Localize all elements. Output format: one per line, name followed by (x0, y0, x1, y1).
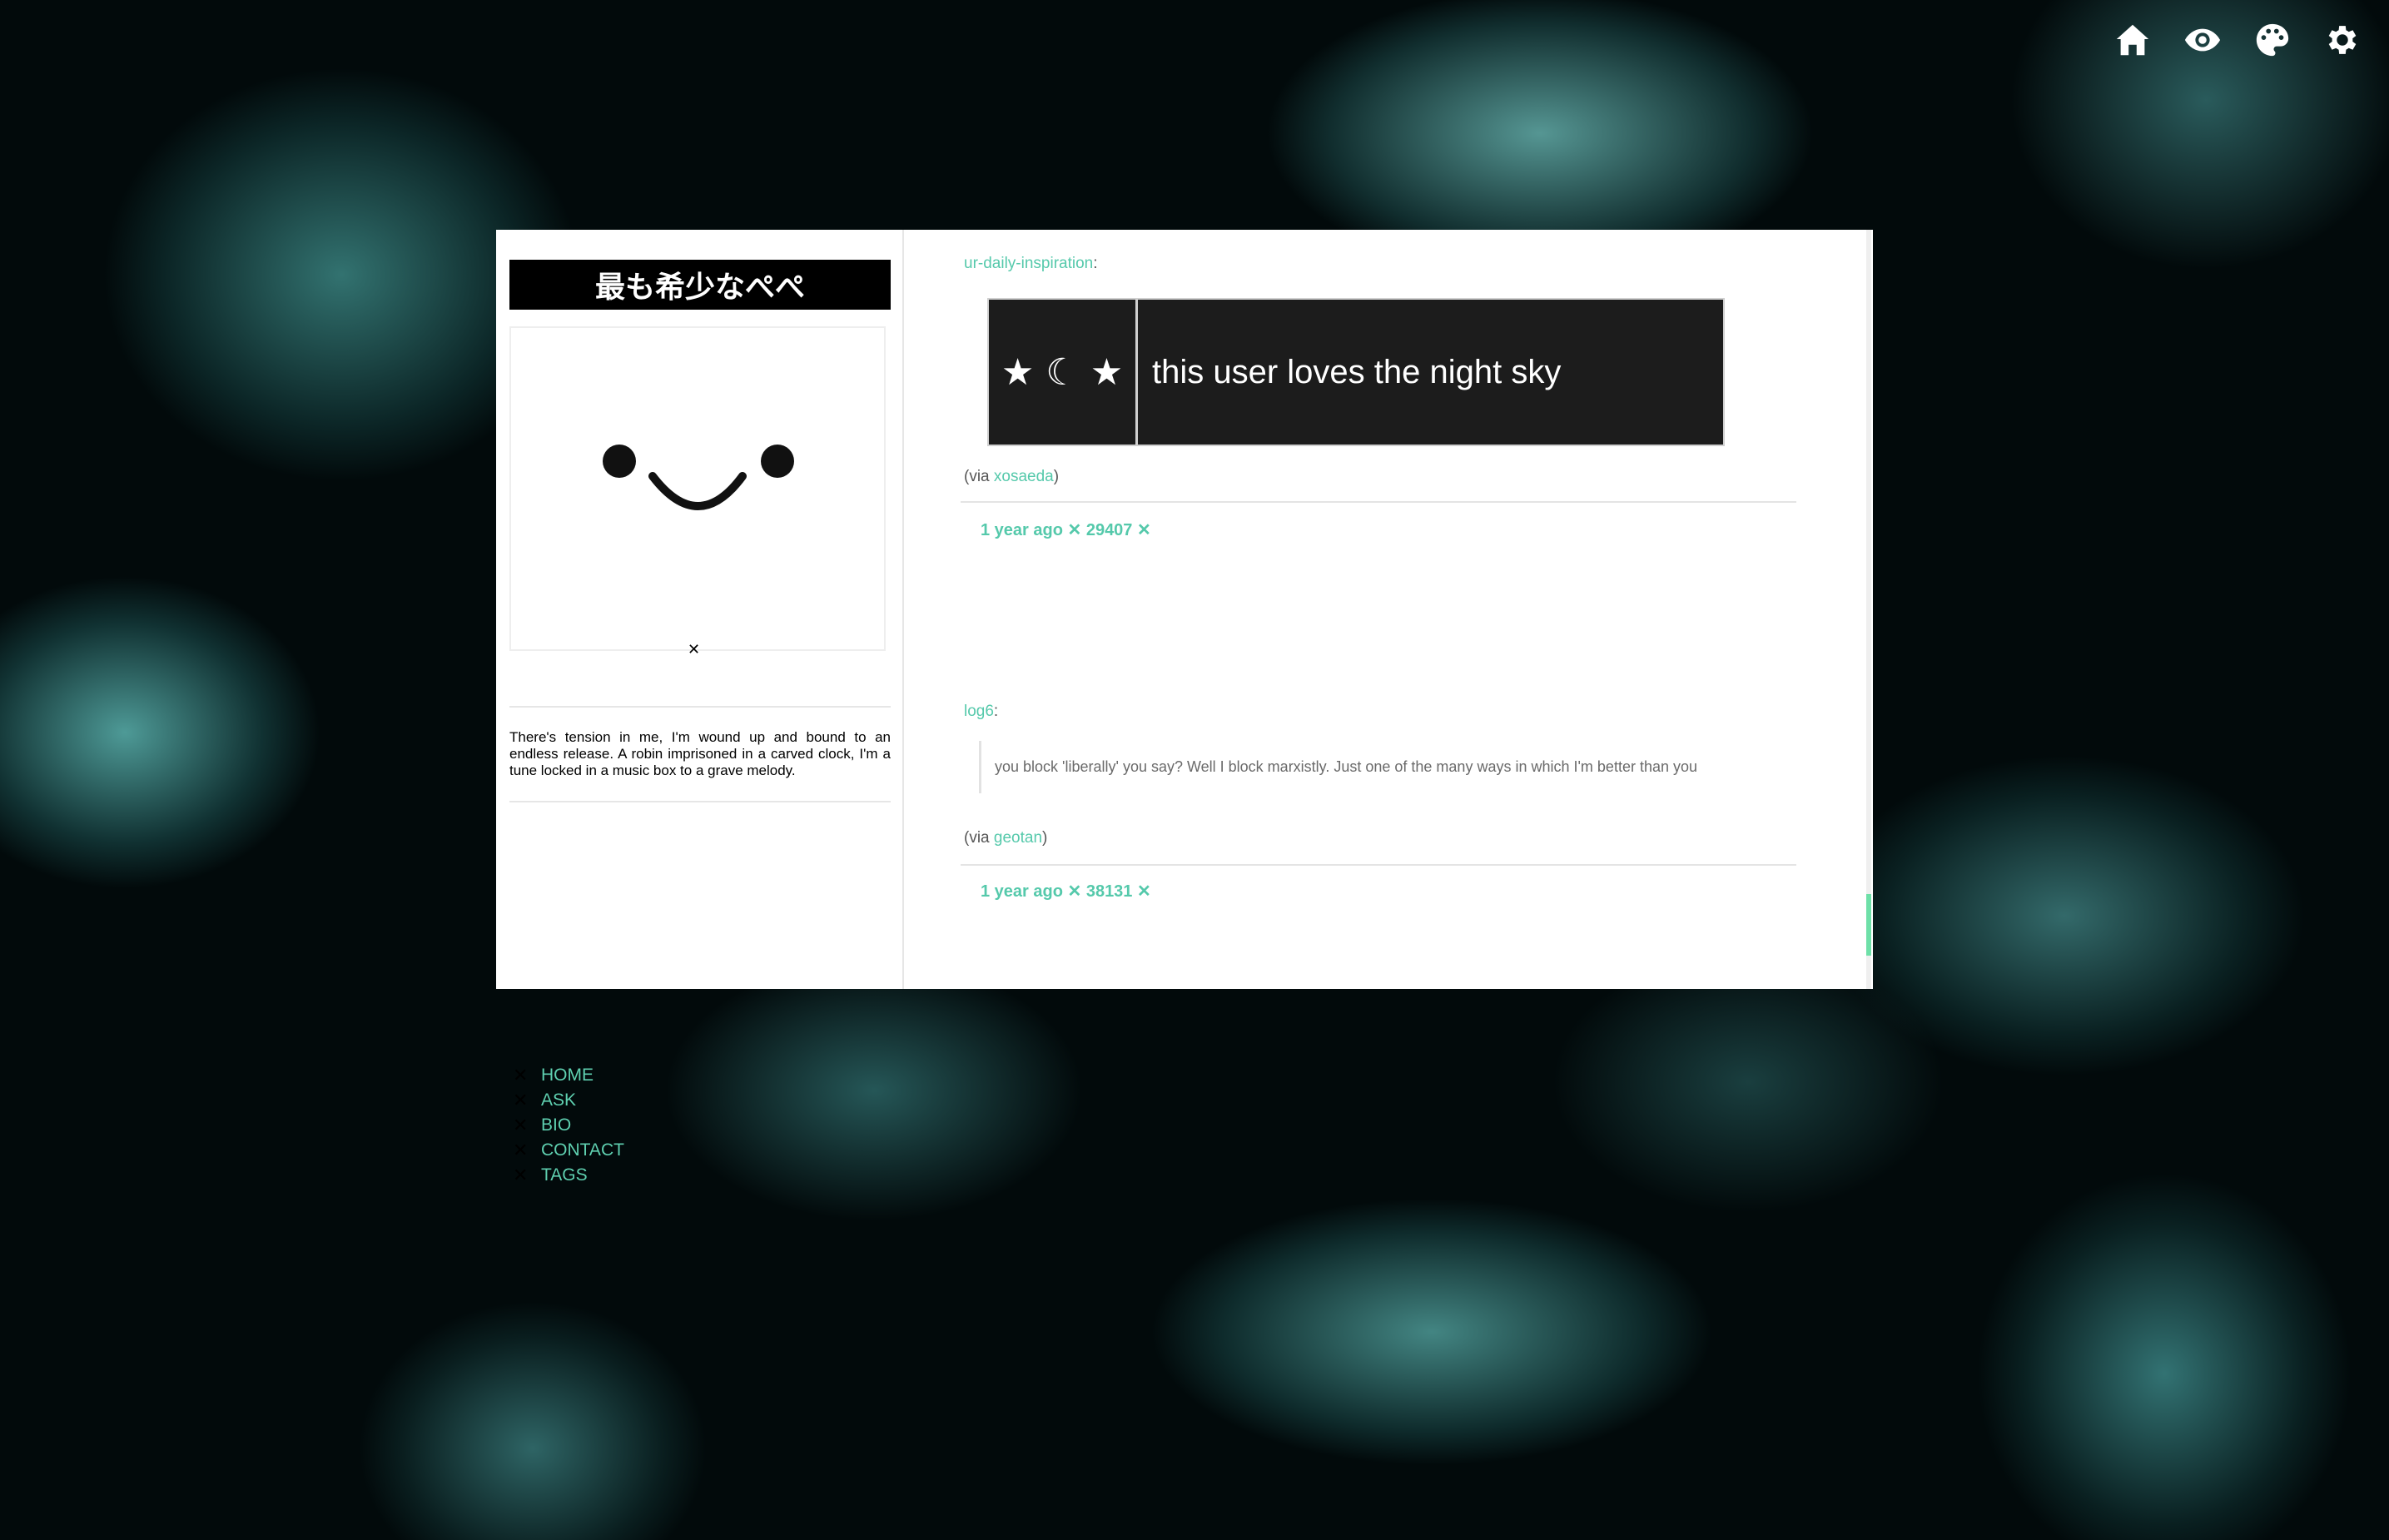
post-source-link[interactable]: log6 (964, 703, 994, 720)
nav-item-home[interactable]: ✕ HOME (509, 1066, 594, 1085)
nav-label[interactable]: ASK (541, 1090, 576, 1110)
divider (509, 801, 891, 802)
via-link[interactable]: geotan (994, 829, 1042, 847)
post-meta[interactable]: 1 year ago ✕ 38131 ✕ (981, 881, 1151, 902)
via-suffix: ) (1042, 829, 1048, 847)
via-prefix: (via (964, 468, 994, 485)
scrollbar[interactable] (1866, 230, 1871, 989)
sidebar: 最も希少なぺぺ ✕ There's tension in me, I'm wou… (496, 230, 904, 1185)
via-link[interactable]: xosaeda (994, 468, 1054, 485)
divider (509, 706, 891, 708)
x-icon: ✕ (513, 1140, 529, 1160)
home-icon[interactable] (2111, 18, 2154, 62)
via-suffix: ) (1053, 468, 1060, 485)
x-icon: ✕ (513, 1115, 529, 1135)
nav-label[interactable]: TAGS (541, 1165, 588, 1185)
x-icon: ✕ (513, 1090, 529, 1110)
top-toolbar (2111, 18, 2364, 62)
post-source: log6: (964, 703, 999, 720)
avatar: ✕ (509, 326, 886, 658)
post-source: ur-daily-inspiration: (964, 255, 1098, 272)
post-via: (via geotan) (964, 829, 1047, 847)
nav-label[interactable]: HOME (541, 1066, 594, 1085)
nav-label[interactable]: CONTACT (541, 1140, 624, 1160)
nav-item-tags[interactable]: ✕ TAGS (509, 1165, 588, 1185)
avatar-caption: ✕ (688, 641, 701, 658)
scrollbar-thumb[interactable] (1866, 894, 1871, 956)
blog-card: 最も希少なぺぺ ✕ There's tension in me, I'm wou… (496, 230, 1873, 1185)
post-feed: ur-daily-inspiration: ★ ☾ ★ this user lo… (904, 230, 1873, 989)
eye-icon[interactable] (2181, 18, 2224, 62)
post-source-link[interactable]: ur-daily-inspiration (964, 255, 1093, 272)
post-divider (961, 501, 1796, 503)
via-prefix: (via (964, 829, 994, 847)
nav-label[interactable]: BIO (541, 1115, 571, 1135)
gear-icon[interactable] (2321, 18, 2364, 62)
nav-item-ask[interactable]: ✕ ASK (509, 1090, 576, 1110)
post-divider (961, 864, 1796, 866)
banner-text: this user loves the night sky (1152, 353, 1562, 390)
post-quote: you block 'liberally' you say? Well I bl… (979, 741, 1711, 793)
x-icon: ✕ (513, 1165, 529, 1185)
nav-item-bio[interactable]: ✕ BIO (509, 1115, 571, 1135)
blog-description: There's tension in me, I'm wound up and … (509, 729, 891, 778)
post-meta[interactable]: 1 year ago ✕ 29407 ✕ (981, 519, 1151, 540)
night-sky-symbols: ★ ☾ ★ (989, 300, 1138, 445)
post-via: (via xosaeda) (964, 468, 1059, 486)
x-icon: ✕ (513, 1065, 529, 1085)
palette-icon[interactable] (2251, 18, 2294, 62)
blog-title: 最も希少なぺぺ (509, 260, 891, 310)
post-image: ★ ☾ ★ this user loves the night sky (987, 298, 1725, 446)
nav-item-contact[interactable]: ✕ CONTACT (509, 1140, 624, 1160)
smiley-face-icon (603, 445, 794, 510)
